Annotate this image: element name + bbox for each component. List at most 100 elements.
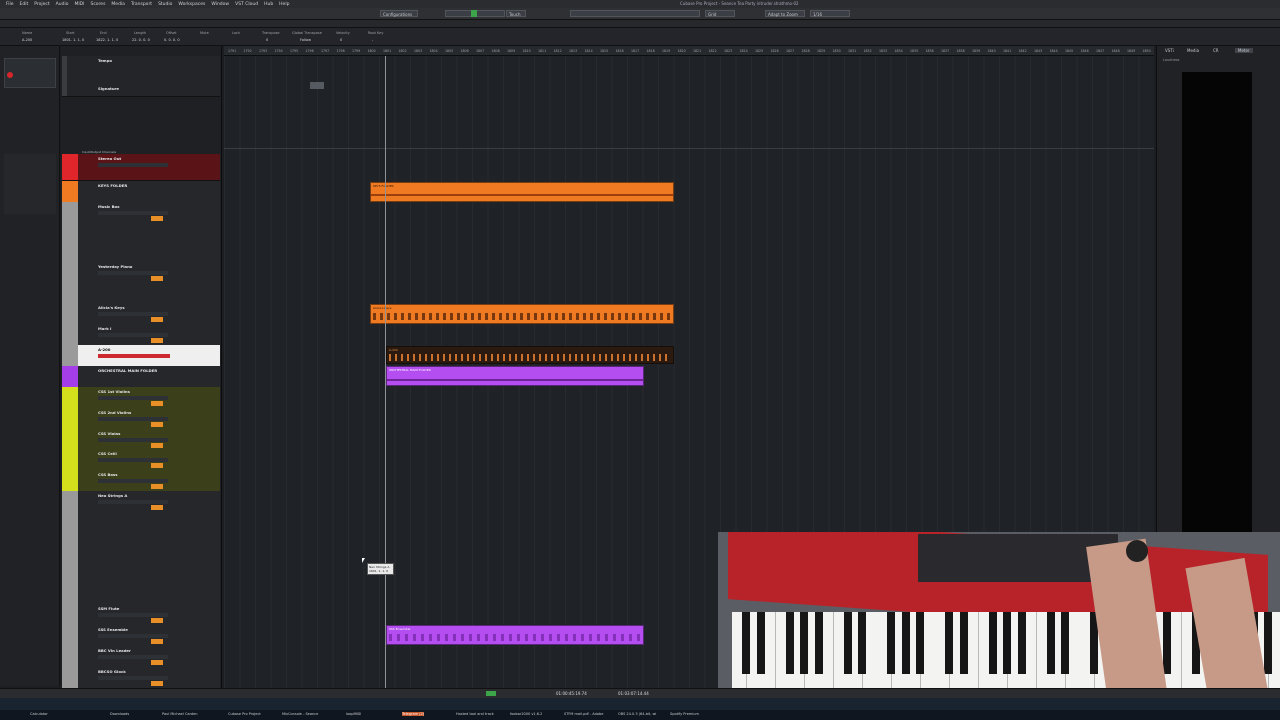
track-controls[interactable] (98, 417, 168, 421)
taskbar-mixconsole[interactable]: MixConsole - Seance (282, 712, 318, 716)
write-automation-icon[interactable] (151, 276, 163, 281)
menu-window[interactable]: Window (211, 2, 229, 7)
track-ssm-flute[interactable]: SSM Flute (62, 604, 220, 626)
edit-tools[interactable] (570, 10, 700, 17)
tab-media[interactable]: Media (1187, 48, 1199, 53)
menu-project[interactable]: Project (34, 2, 49, 7)
track-neo-strings-a[interactable]: Neo Strings A (62, 491, 220, 605)
write-automation-icon[interactable] (151, 484, 163, 489)
event-sss-ensemble[interactable]: SSS Ensemble (386, 625, 644, 645)
track-controls[interactable] (98, 655, 168, 659)
info-transpose-value[interactable]: 0 (266, 38, 268, 42)
track-controls[interactable] (98, 163, 168, 167)
write-automation-icon[interactable] (151, 505, 163, 510)
primary-time-display[interactable]: 01:00:45:19.74 (556, 691, 587, 696)
track-css-celli[interactable]: CSS Celli (62, 449, 220, 471)
configurations-button[interactable]: Configurations (380, 10, 418, 17)
track-controls[interactable] (98, 676, 168, 680)
menu-midi[interactable]: MIDI (74, 2, 84, 7)
menu-media[interactable]: Media (111, 2, 125, 7)
menu-file[interactable]: File (6, 2, 14, 7)
track-a-200-selected[interactable]: A-200 (62, 345, 220, 367)
taskbar-cubase[interactable]: Cubase Pro Project (228, 712, 261, 716)
event-keys-folder[interactable]: KEYS FOLDER (370, 182, 674, 202)
quantize-select[interactable]: 1/16 (810, 10, 850, 17)
info-end-value[interactable]: 1822. 1. 1. 0 (96, 38, 118, 42)
track-controls[interactable] (98, 458, 168, 462)
info-offset-value[interactable]: 0. 0. 0. 0 (164, 38, 180, 42)
write-automation-icon[interactable] (151, 216, 163, 221)
info-global-transpose-value[interactable]: Follow (300, 38, 311, 42)
tab-meter[interactable]: Meter (1235, 48, 1253, 53)
info-velocity-value[interactable]: 0 (340, 38, 342, 42)
track-controls[interactable] (98, 312, 168, 316)
taskbar-loopmidi[interactable]: loopMIDI (346, 712, 361, 716)
track-tempo[interactable]: Tempo (62, 56, 220, 85)
play-icon[interactable] (471, 10, 477, 17)
track-controls[interactable] (98, 500, 168, 504)
track-controls[interactable] (98, 396, 168, 400)
track-signature[interactable]: Signature (62, 84, 220, 97)
adapt-to-zoom-button[interactable]: Adapt to Zoom (765, 10, 805, 17)
taskbar-hosted-tool[interactable]: Hosted tool and track (456, 712, 494, 716)
track-controls[interactable] (98, 634, 168, 638)
taskbar-calculator[interactable]: Calculator (30, 712, 48, 716)
write-automation-icon[interactable] (151, 618, 163, 623)
project-cursor[interactable] (385, 56, 386, 688)
track-music-box[interactable]: Music Box (62, 202, 220, 263)
write-automation-icon[interactable] (151, 660, 163, 665)
track-controls[interactable] (98, 333, 168, 337)
event-a-200[interactable]: A-200 (386, 346, 674, 364)
event-alicias-keys[interactable]: Alicia's Keys (370, 304, 674, 324)
menu-studio[interactable]: Studio (158, 2, 172, 7)
track-css-bass[interactable]: CSS Bass (62, 470, 220, 492)
track-bbcso-glock[interactable]: BBCSO Glock (62, 667, 220, 689)
menu-vstcloud[interactable]: VST Cloud (235, 2, 258, 7)
ruler[interactable] (224, 46, 1154, 56)
write-automation-icon[interactable] (151, 401, 163, 406)
track-controls[interactable] (98, 354, 170, 358)
event-orchestral-main-folder[interactable]: ORCHESTRAL MAIN FOLDER (386, 366, 644, 386)
write-automation-icon[interactable] (151, 317, 163, 322)
track-css-violas[interactable]: CSS Violas (62, 429, 220, 450)
signature-event[interactable] (310, 82, 324, 89)
track-alicias-keys[interactable]: Alicia's Keys (62, 303, 220, 325)
write-automation-icon[interactable] (151, 639, 163, 644)
menu-scores[interactable]: Scores (90, 2, 105, 7)
track-yesterday-piano[interactable]: Yesterday Piano (62, 262, 220, 304)
track-sss-ensemble[interactable]: SSS Ensemble (62, 625, 220, 647)
track-css-2nd-violins[interactable]: CSS 2nd Violins (62, 408, 220, 430)
menu-hub[interactable]: Hub (264, 2, 273, 7)
track-keys-folder[interactable]: KEYS FOLDER (62, 181, 220, 203)
taskbar-obs[interactable]: OBS 24.0.3 (64-bit, wi (618, 712, 656, 716)
track-controls[interactable] (98, 271, 168, 275)
track-stereo-out[interactable]: Stereo Out (62, 154, 220, 181)
track-orchestral-main-folder[interactable]: ORCHESTRAL MAIN FOLDER (62, 366, 220, 388)
info-length-value[interactable]: 22. 0. 0. 0 (132, 38, 150, 42)
track-controls[interactable] (98, 613, 168, 617)
menu-edit[interactable]: Edit (20, 2, 29, 7)
menu-help[interactable]: Help (279, 2, 289, 7)
grid-button[interactable]: Grid (705, 10, 735, 17)
track-controls[interactable] (98, 479, 168, 483)
secondary-time-display[interactable]: 01:03:07:14.44 (618, 691, 649, 696)
track-controls[interactable] (98, 438, 168, 442)
track-css-1st-violins[interactable]: CSS 1st Violins (62, 387, 220, 409)
info-name-value[interactable]: A-200 (22, 38, 32, 42)
taskbar-downloads[interactable]: Downloads (110, 712, 129, 716)
taskbar-foobar[interactable]: foobar2000 v1.6.2 (510, 712, 542, 716)
write-automation-icon[interactable] (151, 422, 163, 427)
cycle-icon[interactable] (486, 691, 496, 696)
taskbar-spotify[interactable]: Spotify Premium (670, 712, 699, 716)
track-controls[interactable] (98, 211, 168, 215)
write-automation-icon[interactable] (151, 338, 163, 343)
write-automation-icon[interactable] (151, 463, 163, 468)
record-enable-icon[interactable] (7, 72, 13, 78)
info-rootkey-value[interactable]: - (372, 38, 373, 42)
taskbar-paul[interactable]: Paul Michael Carden (162, 712, 197, 716)
tab-cr[interactable]: CR (1213, 48, 1219, 53)
write-automation-icon[interactable] (151, 443, 163, 448)
menu-audio[interactable]: Audio (56, 2, 69, 7)
track-mark-i[interactable]: Mark I (62, 324, 220, 346)
taskbar-adobe[interactable]: STFM mail.pdf - Adobe (564, 712, 603, 716)
